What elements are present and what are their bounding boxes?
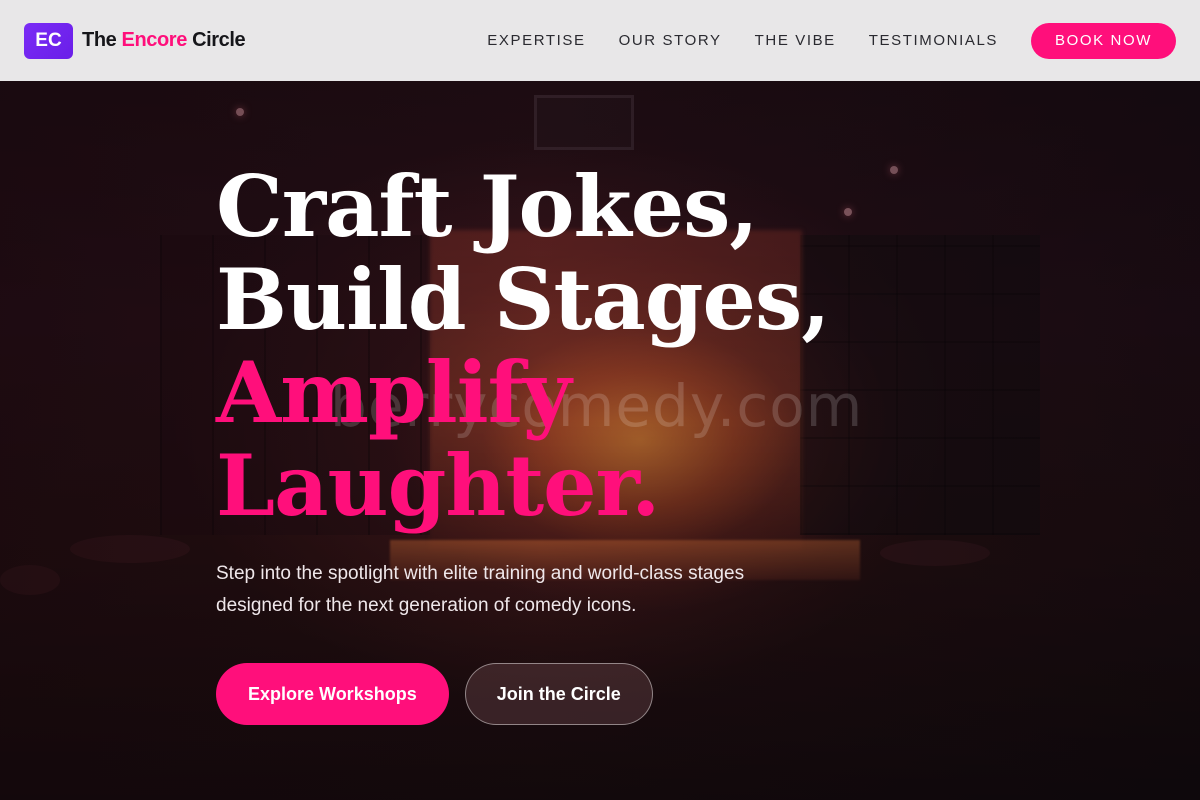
hero-headline: Craft Jokes, Build Stages, Amplify Laugh… — [216, 157, 830, 535]
nav-link-our-story[interactable]: OUR STORY — [619, 32, 722, 49]
top-navbar: EC The Encore Circle EXPERTISE OUR STORY… — [0, 0, 1200, 81]
landing-page: berrycomedy.com EC The Encore Circle EXP… — [0, 0, 1200, 800]
hero-content: Craft Jokes, Build Stages, Amplify Laugh… — [216, 157, 830, 725]
brand-badge: EC — [24, 22, 73, 59]
headline-line-1: Craft Jokes, — [216, 157, 759, 256]
headline-line-3-highlight: Amplify — [216, 343, 572, 442]
nav-link-expertise[interactable]: EXPERTISE — [487, 32, 585, 49]
brand-name: The Encore Circle — [82, 29, 246, 52]
nav-link-the-vibe[interactable]: THE VIBE — [755, 32, 836, 49]
brand-name-end: Circle — [186, 29, 246, 51]
brand-logo-link[interactable]: EC The Encore Circle — [24, 22, 246, 59]
headline-line-2: Build Stages, — [216, 250, 830, 349]
headline-line-4-highlight: Laughter. — [216, 436, 660, 535]
brand-name-start: The — [82, 29, 122, 51]
explore-workshops-button[interactable]: Explore Workshops — [216, 663, 449, 725]
hero-subtitle: Step into the spotlight with elite train… — [216, 563, 745, 616]
nav-link-testimonials[interactable]: TESTIMONIALS — [869, 32, 998, 49]
nav-links: EXPERTISE OUR STORY THE VIBE TESTIMONIAL… — [487, 22, 1176, 59]
hero-cta-row: Explore Workshops Join the Circle — [216, 663, 829, 725]
brand-name-accent: Encore — [121, 29, 188, 51]
book-now-button[interactable]: BOOK NOW — [1031, 22, 1176, 59]
join-the-circle-button[interactable]: Join the Circle — [464, 663, 653, 725]
